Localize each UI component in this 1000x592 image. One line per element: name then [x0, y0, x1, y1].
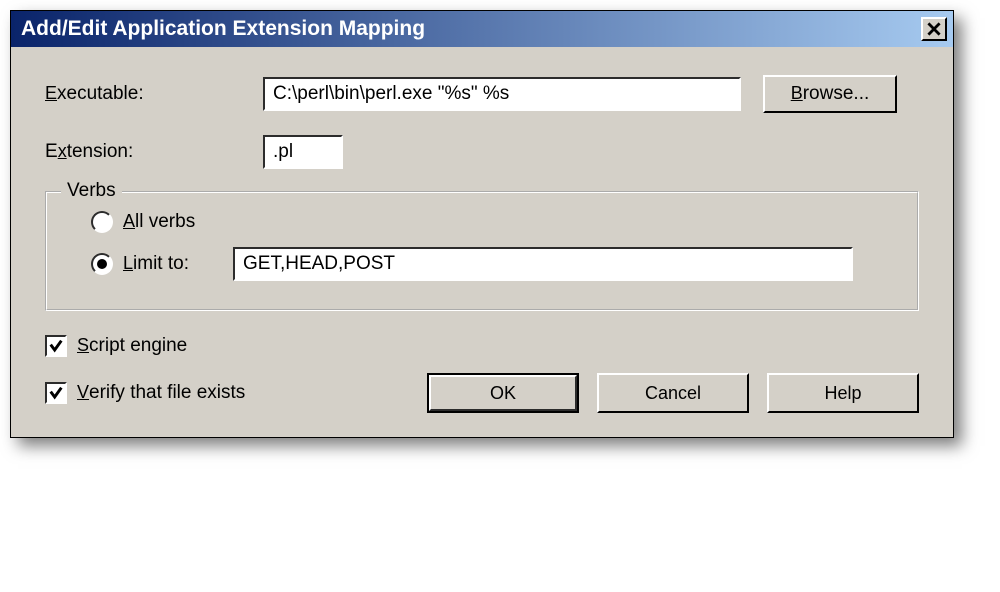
dialog-buttons: OK Cancel Help	[427, 373, 919, 413]
dialog-title: Add/Edit Application Extension Mapping	[21, 17, 425, 41]
extension-input[interactable]	[263, 135, 343, 169]
dialog-window: Add/Edit Application Extension Mapping E…	[10, 10, 954, 438]
cancel-button[interactable]: Cancel	[597, 373, 749, 413]
browse-button[interactable]: Browse...	[763, 75, 897, 113]
titlebar: Add/Edit Application Extension Mapping	[11, 11, 953, 47]
close-icon	[927, 22, 941, 36]
bottom-row: Verify that file exists OK Cancel Help	[45, 373, 919, 413]
dialog-content: Executable: Browse... Extension: Verbs A…	[11, 47, 953, 437]
radio-limit-to-circle[interactable]	[91, 253, 113, 275]
script-engine-label: Script engine	[77, 335, 187, 357]
help-button-label: Help	[824, 383, 861, 404]
checkmark-icon	[48, 385, 64, 401]
ok-button[interactable]: OK	[427, 373, 579, 413]
verify-exists-checkbox-row[interactable]: Verify that file exists	[45, 382, 245, 404]
close-button[interactable]	[921, 17, 947, 41]
ok-button-label: OK	[490, 383, 516, 404]
extension-label: Extension:	[45, 141, 263, 163]
verify-exists-checkbox[interactable]	[45, 382, 67, 404]
script-engine-checkbox[interactable]	[45, 335, 67, 357]
radio-all-verbs[interactable]: All verbs	[75, 211, 889, 233]
ok-button-inner: OK	[429, 375, 577, 411]
radio-dot-icon	[97, 259, 107, 269]
radio-all-verbs-circle[interactable]	[91, 211, 113, 233]
help-button[interactable]: Help	[767, 373, 919, 413]
script-engine-checkbox-row[interactable]: Script engine	[45, 335, 919, 357]
verify-exists-label: Verify that file exists	[77, 382, 245, 404]
executable-label: Executable:	[45, 83, 263, 105]
verbs-fieldset: Verbs All verbs Limit to:	[45, 191, 919, 311]
limit-to-input[interactable]	[233, 247, 853, 281]
verbs-legend: Verbs	[61, 180, 122, 202]
limit-to-label: Limit to:	[123, 253, 231, 275]
checkmark-icon	[48, 338, 64, 354]
radio-limit-to[interactable]: Limit to:	[75, 247, 889, 281]
all-verbs-label: All verbs	[123, 211, 231, 233]
executable-input[interactable]	[263, 77, 741, 111]
cancel-button-label: Cancel	[645, 383, 701, 404]
executable-row: Executable: Browse...	[45, 75, 919, 113]
extension-row: Extension:	[45, 135, 919, 169]
